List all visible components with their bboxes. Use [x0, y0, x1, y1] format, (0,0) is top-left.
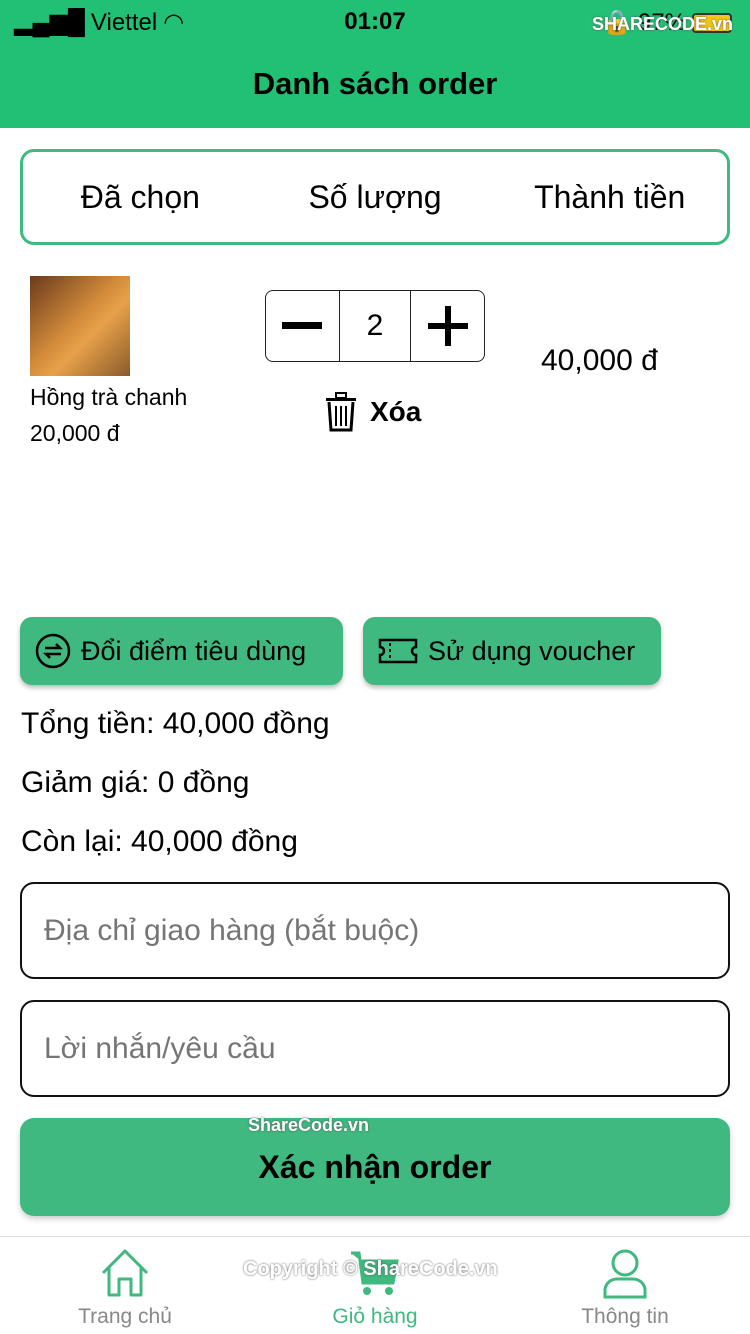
quantity-stepper: 2 [265, 290, 485, 362]
trash-icon [326, 392, 356, 432]
confirm-order-button[interactable]: Xác nhận order [20, 1118, 730, 1216]
home-icon [101, 1249, 149, 1297]
delete-label: Xóa [370, 396, 422, 427]
redeem-points-label: Đổi điểm tiêu dùng [81, 635, 307, 666]
col-quantity: Số lượng [308, 178, 442, 215]
confirm-order-label: Xác nhận order [258, 1148, 492, 1185]
tab-cart-label: Giỏ hàng [332, 1305, 418, 1328]
product-price: 20,000 đ [30, 420, 120, 446]
use-voucher-button[interactable]: Sử dụng voucher [363, 617, 661, 685]
address-input[interactable] [20, 882, 730, 979]
product-image [30, 276, 130, 376]
watermark-text: ShareCode.vn [248, 1115, 370, 1135]
col-total: Thành tiền [534, 178, 686, 215]
tab-home[interactable]: Trang chủ [0, 1237, 250, 1334]
product-name: Hồng trà chanh [30, 384, 188, 410]
column-headers: Đã chọn Số lượng Thành tiền [20, 149, 730, 245]
use-voucher-label: Sử dụng voucher [428, 635, 636, 666]
total-amount: Tổng tiền: 40,000 đồng [21, 707, 330, 740]
tab-profile[interactable]: Thông tin [500, 1237, 750, 1334]
tab-home-label: Trang chủ [78, 1305, 172, 1328]
page-title: Danh sách order [252, 66, 498, 101]
user-icon [603, 1249, 647, 1299]
quantity-value: 2 [338, 291, 412, 361]
remaining-amount: Còn lại: 40,000 đồng [21, 825, 298, 858]
watermark-copyright: Copyright © ShareCode.vn [243, 1258, 498, 1280]
note-input[interactable] [20, 1000, 730, 1097]
decrease-button[interactable] [266, 291, 339, 361]
col-selected: Đã chọn [80, 178, 200, 215]
tab-bar: Trang chủ Giỏ hàng Thông tin [0, 1236, 750, 1334]
ticket-icon [378, 638, 418, 664]
discount-amount: Giảm giá: 0 đồng [21, 766, 250, 799]
increase-button[interactable] [411, 291, 484, 361]
delete-button[interactable]: Xóa [324, 392, 421, 432]
item-total: 40,000 đ [541, 344, 658, 377]
watermark-logo: SHARECODE.vn [592, 14, 734, 34]
tab-cart[interactable]: Giỏ hàng [250, 1237, 500, 1334]
redeem-points-button[interactable]: Đổi điểm tiêu dùng [20, 617, 343, 685]
exchange-icon [35, 633, 71, 669]
tab-profile-label: Thông tin [581, 1305, 669, 1328]
